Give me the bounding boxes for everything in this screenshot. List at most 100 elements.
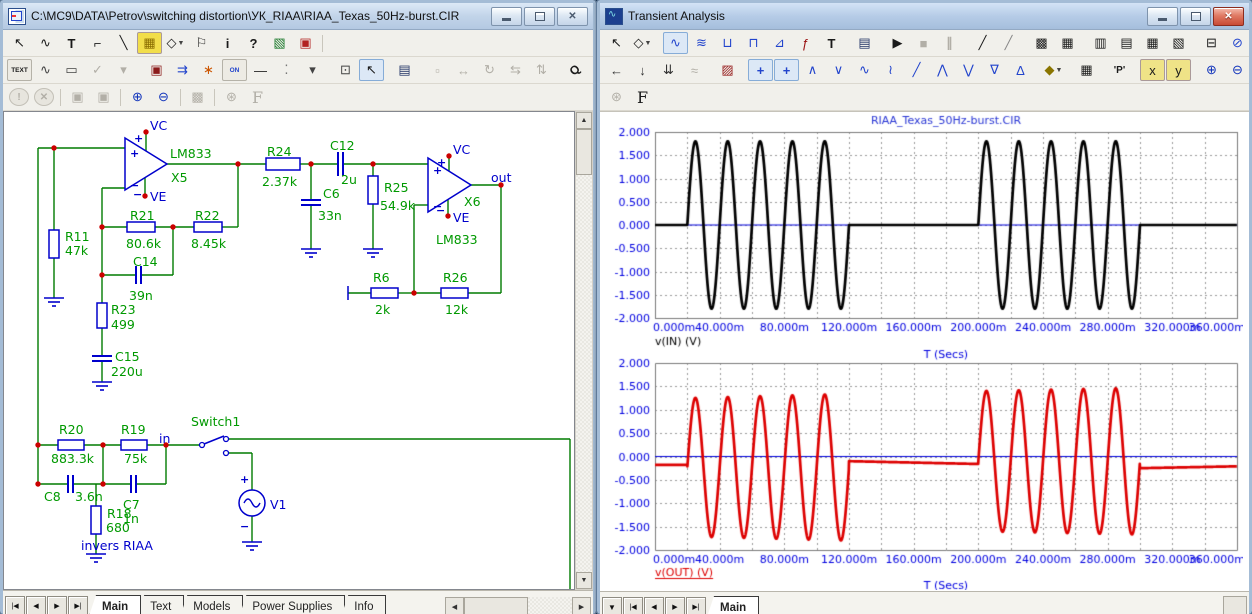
scroll-track[interactable] — [576, 175, 592, 572]
cursor-left-icon[interactable]: + — [748, 59, 773, 81]
stop-icon[interactable]: ■ — [911, 32, 936, 54]
help-mode-icon[interactable]: ? — [241, 32, 266, 54]
tab-nav-prev-icon[interactable]: ◀ — [644, 597, 664, 614]
tab-main[interactable]: Main — [89, 595, 141, 614]
y-axis-scale-icon[interactable]: y — [1166, 59, 1191, 81]
properties-icon[interactable]: ▤ — [852, 32, 877, 54]
zoom-in-icon[interactable]: ⊕ — [125, 86, 150, 108]
horizontal-scrollbar[interactable]: ◀▶ — [445, 597, 591, 614]
f-flag-icon[interactable]: F — [245, 86, 270, 108]
select-icon[interactable]: ↖ — [7, 32, 32, 54]
peak-icon[interactable]: ∧ — [800, 59, 825, 81]
page-border-icon[interactable]: ⊡ — [333, 59, 358, 81]
top-point-icon[interactable]: ∆ — [1008, 59, 1033, 81]
scroll-thumb[interactable] — [576, 129, 592, 175]
schematic-vertical-scrollbar[interactable]: ▲ ▼ — [575, 111, 593, 590]
zoom-in-icon[interactable]: ⊕ — [1199, 59, 1224, 81]
track-mode-icon[interactable]: ≋ — [689, 32, 714, 54]
f-flag-icon[interactable]: F — [630, 86, 655, 108]
restore-button[interactable] — [1180, 7, 1211, 26]
restore-button[interactable] — [524, 7, 555, 26]
minimize-button[interactable] — [491, 7, 522, 26]
stretch-icon[interactable]: ↔ — [451, 59, 476, 81]
zoom-out-icon[interactable]: ⊖ — [151, 86, 176, 108]
ortho-wire-icon[interactable]: ⌐ — [85, 32, 110, 54]
rotate-icon[interactable]: ↻ — [477, 59, 502, 81]
inflection-icon[interactable]: ╱ — [904, 59, 929, 81]
minimize-button[interactable] — [1147, 7, 1178, 26]
data-points-icon[interactable]: ▩ — [1029, 32, 1054, 54]
shapes-icon[interactable]: ◇▼ — [630, 32, 655, 54]
zoom-out-icon[interactable]: ⊖ — [1225, 59, 1250, 81]
close-button[interactable]: ✕ — [557, 7, 588, 26]
shapes-icon[interactable]: ◇▼ — [163, 32, 188, 54]
scroll-right-icon[interactable]: ▶ — [572, 597, 591, 614]
node-numbers-icon[interactable]: ▣ — [144, 59, 169, 81]
text-tool-icon[interactable]: T — [59, 32, 84, 54]
grid-dropdown-icon[interactable]: ▾ — [300, 59, 325, 81]
info-icon[interactable]: i — [215, 32, 240, 54]
line-draw-icon[interactable]: ╱ — [970, 32, 995, 54]
clear-errors-icon[interactable]: ✕ — [34, 88, 54, 106]
flip-v-icon[interactable]: ⇅ — [529, 59, 554, 81]
text-visibility-icon[interactable]: TEXT — [7, 59, 32, 81]
pin-connections-icon[interactable]: ― — [248, 59, 273, 81]
rubberband-icon[interactable]: ∿ — [33, 59, 58, 81]
vertical-tag-icon[interactable]: ⊓ — [741, 32, 766, 54]
text-tool-icon[interactable]: T — [819, 32, 844, 54]
tag-measure-icon[interactable]: ⊿ — [767, 32, 792, 54]
shapes-dropdown-icon[interactable]: ▼ — [178, 40, 185, 47]
scroll-thumb[interactable] — [464, 597, 528, 614]
attributes-icon[interactable]: ▤ — [392, 59, 417, 81]
find-component-icon[interactable]: ▦ — [137, 32, 162, 54]
global-low-icon[interactable]: ⋁ — [956, 59, 981, 81]
horizontal-stripes-icon[interactable]: ▤ — [1114, 32, 1139, 54]
right-stripes-icon[interactable]: ▦ — [1140, 32, 1165, 54]
tab-nav-prev-icon[interactable]: ◀ — [26, 596, 46, 614]
copy-picture-icon[interactable]: ▣ — [65, 86, 90, 108]
flip-h-icon[interactable]: ⇆ — [503, 59, 528, 81]
token-grid-icon[interactable]: ▦ — [1055, 32, 1080, 54]
vip-dropdown-icon[interactable]: ▾ — [111, 59, 136, 81]
x-axis-scale-icon[interactable]: x — [1140, 59, 1165, 81]
copy-window-icon[interactable]: ▣ — [91, 86, 116, 108]
schematic-canvas[interactable]: LM833X5R1147kR2180.6kR228.45kC1439nR2349… — [3, 111, 575, 590]
pan-icon[interactable]: ▩ — [185, 86, 210, 108]
find-icon[interactable]: Q — [562, 59, 587, 81]
numeric-output-icon[interactable]: ▦ — [1074, 59, 1099, 81]
error-icon[interactable]: ! — [9, 88, 29, 106]
tab-nav-next-icon[interactable]: ▶ — [47, 596, 67, 614]
metafile-icon[interactable]: ▣ — [293, 32, 318, 54]
plot-select-dropdown[interactable]: ▼ — [602, 597, 622, 614]
global-high-icon[interactable]: ⋀ — [930, 59, 955, 81]
tab-info[interactable]: Info — [341, 595, 386, 614]
pan-down-icon[interactable]: ↓ — [630, 59, 655, 81]
cursor-right-icon[interactable]: + — [774, 59, 799, 81]
cursor-window-icon[interactable]: ▨ — [715, 59, 740, 81]
tab-nav-first-icon[interactable]: |◀ — [623, 597, 643, 614]
pin-markers-icon[interactable]: ▭ — [59, 59, 84, 81]
split-plots-icon[interactable]: ⊟ — [1199, 32, 1224, 54]
sheet-properties-icon[interactable]: ▧ — [267, 32, 292, 54]
tab-nav-first-icon[interactable]: |◀ — [5, 596, 25, 614]
valley-icon[interactable]: ∨ — [826, 59, 851, 81]
3d-plot-dropdown-icon[interactable]: ▼ — [1056, 67, 1063, 74]
periodic-steady-state-icon[interactable]: 'P' — [1107, 59, 1132, 81]
schematic-titlebar[interactable]: C:\MC9\DATA\Petrov\switching distortion\… — [3, 3, 593, 30]
wire-mode-icon[interactable]: ∿ — [33, 32, 58, 54]
box-select-icon[interactable]: ▫ — [425, 59, 450, 81]
run-icon[interactable]: ▶ — [885, 32, 910, 54]
grid-dots-icon[interactable]: ⁚ — [274, 59, 299, 81]
pause-icon[interactable]: ∥ — [937, 32, 962, 54]
power-display-icon[interactable]: ∗ — [196, 59, 221, 81]
vertical-stripes-icon[interactable]: ▥ — [1088, 32, 1113, 54]
conditions-icon[interactable]: ON — [222, 59, 247, 81]
analysis-plot-area[interactable] — [600, 112, 1243, 590]
trim-scales-icon[interactable]: ⊘ — [1225, 32, 1250, 54]
dotted-line-icon[interactable]: ╱ — [996, 32, 1021, 54]
resize-grip[interactable] — [1223, 596, 1247, 614]
tab-models[interactable]: Models — [180, 595, 243, 614]
tab-nav-next-icon[interactable]: ▶ — [665, 597, 685, 614]
waveform-buffer-icon[interactable]: ≈ — [682, 59, 707, 81]
flag-icon[interactable]: ⚐ — [189, 32, 214, 54]
